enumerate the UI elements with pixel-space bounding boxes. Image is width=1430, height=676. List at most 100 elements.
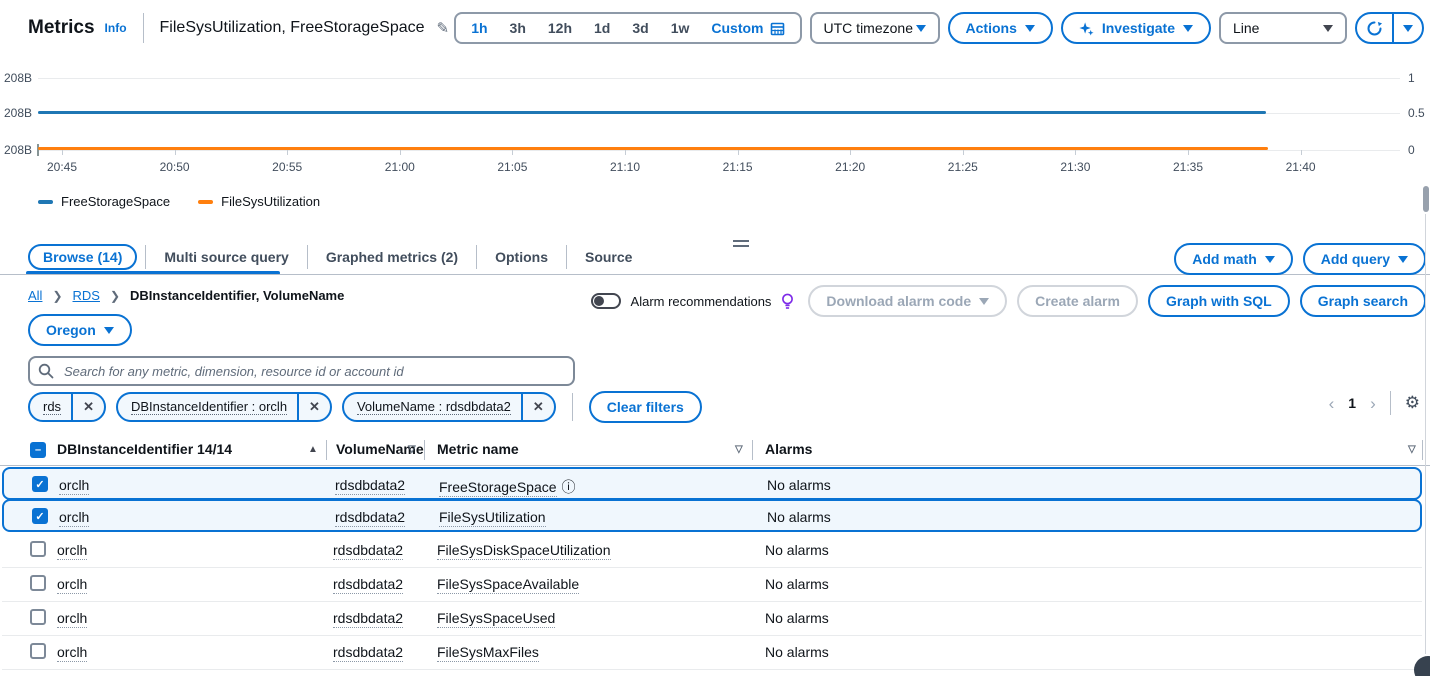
filter-chip-label[interactable]: VolumeName : rdsdbdata2	[344, 394, 521, 420]
chevron-down-icon	[1264, 255, 1275, 263]
select-all-checkbox[interactable]: –	[30, 442, 46, 458]
refresh-options-button[interactable]	[1394, 14, 1422, 42]
x-axis-tick-mark	[512, 150, 514, 155]
info-icon[interactable]: ⓘ	[562, 479, 576, 495]
remove-filter-icon[interactable]: ✕	[523, 394, 554, 420]
cell-db-instance[interactable]: orclh	[57, 644, 88, 662]
calendar-icon	[770, 22, 784, 35]
y-axis-right-label: 1	[1408, 71, 1415, 85]
next-page-button[interactable]: ›	[1370, 395, 1376, 412]
search-input[interactable]	[28, 356, 575, 386]
filter-chip-label[interactable]: DBInstanceIdentifier : orclh	[118, 394, 297, 420]
row-checkbox[interactable]	[30, 609, 46, 625]
cell-metric-name[interactable]: FileSysMaxFiles	[437, 644, 539, 662]
cell-volume[interactable]: rdsdbdata2	[333, 610, 404, 628]
legend-swatch-blue	[38, 199, 53, 204]
cell-db-instance[interactable]: orclh	[57, 542, 88, 560]
row-checkbox[interactable]	[30, 541, 46, 557]
row-checkbox-checked[interactable]: ✓	[32, 476, 48, 492]
time-range-12h[interactable]: 12h	[537, 17, 583, 39]
remove-filter-icon[interactable]: ✕	[299, 394, 330, 420]
cell-volume[interactable]: rdsdbdata2	[333, 542, 404, 560]
cell-metric-name[interactable]: FileSysSpaceAvailable	[437, 576, 580, 594]
tab-multi-source-query[interactable]: Multi source query	[146, 245, 306, 269]
actions-button[interactable]: Actions	[947, 12, 1053, 44]
legend-label: FileSysUtilization	[221, 194, 321, 209]
breadcrumb-rds-link[interactable]: RDS	[73, 288, 100, 303]
tab-options[interactable]: Options	[477, 245, 566, 269]
cell-metric-name[interactable]: FileSysUtilization	[439, 509, 546, 527]
row-checkbox[interactable]	[30, 643, 46, 659]
info-link[interactable]: Info	[105, 21, 127, 35]
time-range-1w[interactable]: 1w	[660, 17, 701, 39]
refresh-button[interactable]	[1357, 14, 1392, 42]
graph-type-dropdown[interactable]: Line	[1219, 12, 1347, 44]
time-range-3d[interactable]: 3d	[621, 17, 659, 39]
alarm-recommendations-toggle[interactable]	[590, 293, 621, 309]
cell-metric-name[interactable]: FreeStorageSpace ⓘ	[439, 477, 576, 497]
time-range-1h[interactable]: 1h	[460, 17, 498, 39]
graph-with-sql-button[interactable]: Graph with SQL	[1147, 285, 1290, 317]
column-header-metric-name[interactable]: Metric name	[437, 441, 519, 457]
cell-db-instance[interactable]: orclh	[59, 509, 90, 527]
column-header-dbinstanceidentifier[interactable]: DBInstanceIdentifier 14/14	[57, 441, 232, 457]
cell-db-instance[interactable]: orclh	[59, 477, 90, 495]
table-row[interactable]: orclh rdsdbdata2 FileSysSpaceAvailable No a…	[2, 568, 1422, 602]
legend-item-freestoragespace[interactable]: FreeStorageSpace	[38, 194, 170, 209]
sort-ascending-icon[interactable]: ▲	[308, 444, 318, 455]
download-alarm-code-button[interactable]: Download alarm code	[808, 285, 1008, 317]
x-axis-tick-label: 21:25	[947, 160, 978, 174]
cell-db-instance[interactable]: orclh	[57, 610, 88, 628]
table-row[interactable]: orclh rdsdbdata2 FileSysSpaceUsed No alarms	[2, 602, 1422, 636]
time-range-1d[interactable]: 1d	[583, 17, 621, 39]
panel-resize-handle[interactable]	[733, 240, 749, 250]
table-row[interactable]: ✓ orclh rdsdbdata2 FileSysUtilization No ala…	[2, 499, 1422, 532]
timezone-dropdown[interactable]: UTC timezone	[809, 12, 940, 44]
add-math-button[interactable]: Add math	[1174, 243, 1293, 275]
series-line-freestoragespace[interactable]	[38, 111, 1266, 114]
table-row[interactable]: ✓ orclh rdsdbdata2 FreeStorageSpace ⓘ No alar…	[2, 467, 1422, 500]
clear-filters-button[interactable]: Clear filters	[588, 391, 702, 423]
cell-alarms: No alarms	[765, 542, 829, 558]
breadcrumb-all-link[interactable]: All	[28, 288, 42, 303]
graph-search-button[interactable]: Graph search	[1299, 285, 1426, 317]
create-alarm-button[interactable]: Create alarm	[1017, 285, 1138, 317]
series-line-filesysutilization[interactable]	[38, 147, 1268, 150]
previous-page-button[interactable]: ‹	[1329, 395, 1335, 412]
edit-graph-name-icon[interactable]: ✎	[437, 19, 450, 37]
tab-browse-14[interactable]: Browse (14)	[28, 244, 138, 270]
cell-volume[interactable]: rdsdbdata2	[335, 477, 406, 495]
row-checkbox[interactable]	[30, 575, 46, 591]
x-axis-tick-label: 20:55	[272, 160, 303, 174]
region-dropdown-button[interactable]: Oregon	[28, 314, 132, 346]
filter-chip-label[interactable]: rds	[30, 394, 71, 420]
scrollbar-thumb[interactable]	[1423, 186, 1429, 212]
cell-metric-name[interactable]: FileSysSpaceUsed	[437, 610, 556, 628]
x-axis-tick-label: 21:30	[1060, 160, 1091, 174]
tab-graphed-metrics-2[interactable]: Graphed metrics (2)	[308, 245, 476, 269]
cell-volume[interactable]: rdsdbdata2	[333, 644, 404, 662]
cell-volume[interactable]: rdsdbdata2	[333, 576, 404, 594]
sort-icon[interactable]: ▽	[408, 444, 416, 455]
table-row[interactable]: orclh rdsdbdata2 FileSysMaxFiles No alarms	[2, 636, 1422, 670]
sort-icon[interactable]: ▽	[1408, 444, 1416, 455]
cell-db-instance[interactable]: orclh	[57, 576, 88, 594]
column-header-alarms[interactable]: Alarms	[765, 441, 812, 457]
table-row[interactable]: orclh rdsdbdata2 FileSysDiskSpaceUtilizati…	[2, 534, 1422, 568]
add-query-button[interactable]: Add query	[1302, 243, 1426, 275]
cell-metric-name[interactable]: FileSysDiskSpaceUtilization	[437, 542, 611, 560]
cell-volume[interactable]: rdsdbdata2	[335, 509, 406, 527]
refresh-icon	[1367, 21, 1383, 35]
time-range-3h[interactable]: 3h	[499, 17, 537, 39]
chevron-down-icon	[1024, 24, 1035, 32]
legend-item-filesysutilization[interactable]: FileSysUtilization	[198, 194, 320, 209]
row-checkbox-checked[interactable]: ✓	[32, 508, 48, 524]
sort-icon[interactable]: ▽	[735, 444, 743, 455]
time-range-custom[interactable]: Custom	[700, 17, 795, 39]
table-settings-gear-icon[interactable]: ⚙	[1405, 393, 1420, 413]
investigate-button[interactable]: Investigate	[1060, 12, 1211, 44]
metric-search	[28, 356, 575, 386]
tab-source[interactable]: Source	[567, 245, 650, 269]
remove-filter-icon[interactable]: ✕	[73, 394, 104, 420]
gridline-bottom	[38, 150, 1400, 151]
